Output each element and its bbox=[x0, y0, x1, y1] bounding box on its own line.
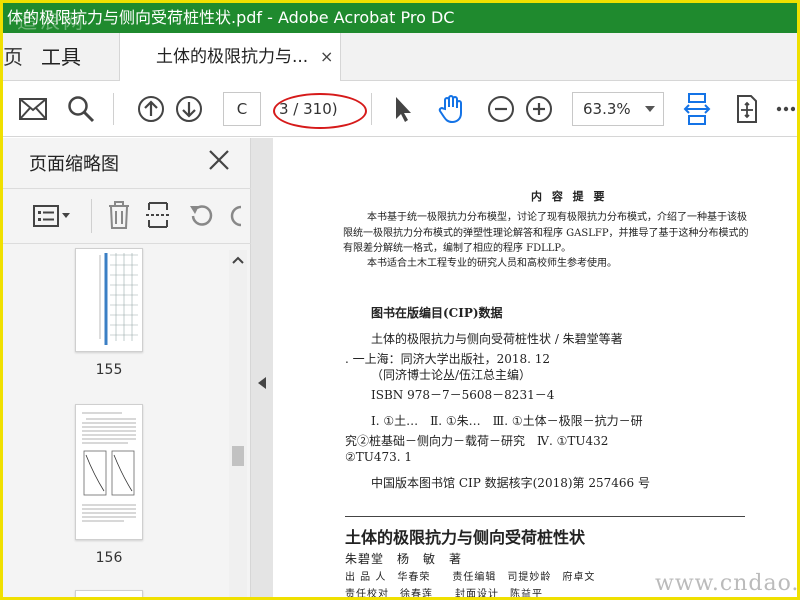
toolbar-divider bbox=[91, 199, 92, 233]
watermark-bottom-right: www.cndao.com bbox=[655, 571, 800, 596]
hand-tool-icon[interactable] bbox=[435, 93, 467, 125]
annotation-circle bbox=[273, 93, 367, 129]
cip-class-line: ②TU473. 1 bbox=[345, 450, 413, 464]
chevron-up-icon[interactable] bbox=[232, 256, 244, 264]
page-number-input[interactable]: C bbox=[223, 92, 261, 126]
cip-class-line: Ⅰ. ①土… Ⅱ. ①朱… Ⅲ. ①土体－极限－抗力－研 bbox=[371, 414, 643, 428]
app-window: 体的极限抗力与侧向受荷桩性状.pdf - Adobe Acrobat Pro D… bbox=[0, 0, 800, 600]
zoom-in-icon[interactable] bbox=[523, 93, 555, 125]
cip-line: ISBN 978－7－5608－8231－4 bbox=[371, 388, 555, 402]
rotate-left-icon[interactable] bbox=[187, 203, 215, 233]
options-menu-icon[interactable] bbox=[33, 205, 73, 231]
cip-title: 图书在版编目(CIP)数据 bbox=[371, 306, 503, 320]
zoom-level-select[interactable]: 63.3% bbox=[572, 92, 664, 126]
page-divider bbox=[345, 516, 745, 517]
abstract-paragraph: 本书适合土木工程专业的研究人员和高校师生参考使用。 bbox=[367, 258, 617, 269]
zoom-out-icon[interactable] bbox=[485, 93, 517, 125]
thumbnail-scrollbar[interactable] bbox=[229, 250, 247, 597]
toolbar-divider bbox=[113, 93, 114, 125]
chevron-down-icon bbox=[645, 106, 655, 112]
window-title-bar: 体的极限抗力与侧向受荷桩性状.pdf - Adobe Acrobat Pro D… bbox=[3, 3, 797, 33]
tab-document[interactable]: 土体的极限抗力与... × bbox=[119, 33, 341, 82]
next-page-icon[interactable] bbox=[173, 93, 205, 125]
zoom-level-value: 63.3% bbox=[583, 100, 631, 118]
fit-page-icon[interactable] bbox=[731, 93, 763, 125]
cip-number: 中国版本图书馆 CIP 数据核字(2018)第 257466 号 bbox=[371, 476, 650, 490]
panel-collapse-strip[interactable] bbox=[251, 138, 273, 597]
thumbnail-page-156[interactable] bbox=[75, 404, 143, 540]
cip-class-line: 究②桩基础－侧向力－载荷－研究 Ⅳ. ①TU432 bbox=[345, 434, 609, 448]
credit-line: 责任校对 徐春莲 封面设计 陈益平 bbox=[345, 589, 543, 600]
scrollbar-thumb[interactable] bbox=[232, 446, 244, 466]
watermark-top-left: 造浪网 bbox=[17, 9, 86, 33]
main-toolbar: C 3 / 310) 63.3% bbox=[3, 81, 797, 137]
more-options-icon[interactable] bbox=[775, 93, 795, 125]
document-view[interactable]: 内 容 提 要 本书基于统一极限抗力分布模型，讨论了现有极限抗力分布模式，介绍了… bbox=[273, 138, 797, 600]
credit-line: 出 品 人 华春荣 责任编辑 司提妙龄 府卓文 bbox=[345, 572, 596, 583]
mail-icon[interactable] bbox=[17, 93, 49, 125]
close-icon[interactable] bbox=[207, 148, 231, 176]
insert-page-icon[interactable] bbox=[145, 201, 171, 233]
panel-title: 页面缩略图 bbox=[29, 154, 119, 175]
tab-document-label: 土体的极限抗力与... bbox=[156, 47, 309, 67]
rotate-right-icon[interactable] bbox=[229, 203, 245, 233]
page-thumbnails-panel: 页面缩略图 155 156 bbox=[3, 138, 251, 597]
thumbnail-list: 155 156 bbox=[11, 246, 247, 597]
trash-icon[interactable] bbox=[107, 201, 131, 233]
collapse-arrow-icon[interactable] bbox=[257, 376, 267, 390]
tab-home[interactable]: 页 bbox=[3, 33, 23, 81]
search-icon[interactable] bbox=[65, 93, 97, 125]
tab-bar: 页 工具 土体的极限抗力与... × bbox=[3, 33, 797, 82]
cip-line: 土体的极限抗力与侧向受荷桩性状 / 朱碧堂等著 bbox=[371, 332, 623, 346]
toolbar-divider bbox=[371, 93, 372, 125]
fit-width-icon[interactable] bbox=[681, 93, 713, 125]
cip-line: （同济博士论丛/伍江总主编） bbox=[371, 368, 532, 382]
thumbnail-page-next[interactable] bbox=[75, 590, 143, 597]
thumbnail-page-155[interactable] bbox=[75, 248, 143, 352]
cip-line: . 一上海：同济大学出版社，2018. 12 bbox=[345, 352, 551, 366]
tab-tools[interactable]: 工具 bbox=[41, 33, 81, 81]
book-title: 土体的极限抗力与侧向受荷桩性状 bbox=[345, 528, 586, 547]
page-heading: 内 容 提 要 bbox=[531, 190, 608, 203]
select-cursor-icon[interactable] bbox=[387, 93, 419, 125]
previous-page-icon[interactable] bbox=[135, 93, 167, 125]
thumbnail-toolbar bbox=[3, 188, 251, 244]
tab-close-icon[interactable]: × bbox=[320, 33, 333, 81]
pdf-page: 内 容 提 要 本书基于统一极限抗力分布模型，讨论了现有极限抗力分布模式，介绍了… bbox=[273, 138, 797, 600]
thumbnail-label: 155 bbox=[95, 362, 123, 378]
abstract-paragraph: 本书基于统一极限抗力分布模型，讨论了现有极限抗力分布模式，介绍了一种基于该极限统… bbox=[343, 212, 749, 254]
book-authors: 朱碧堂 杨 敏 著 bbox=[345, 552, 463, 566]
thumbnail-label: 156 bbox=[95, 550, 123, 566]
